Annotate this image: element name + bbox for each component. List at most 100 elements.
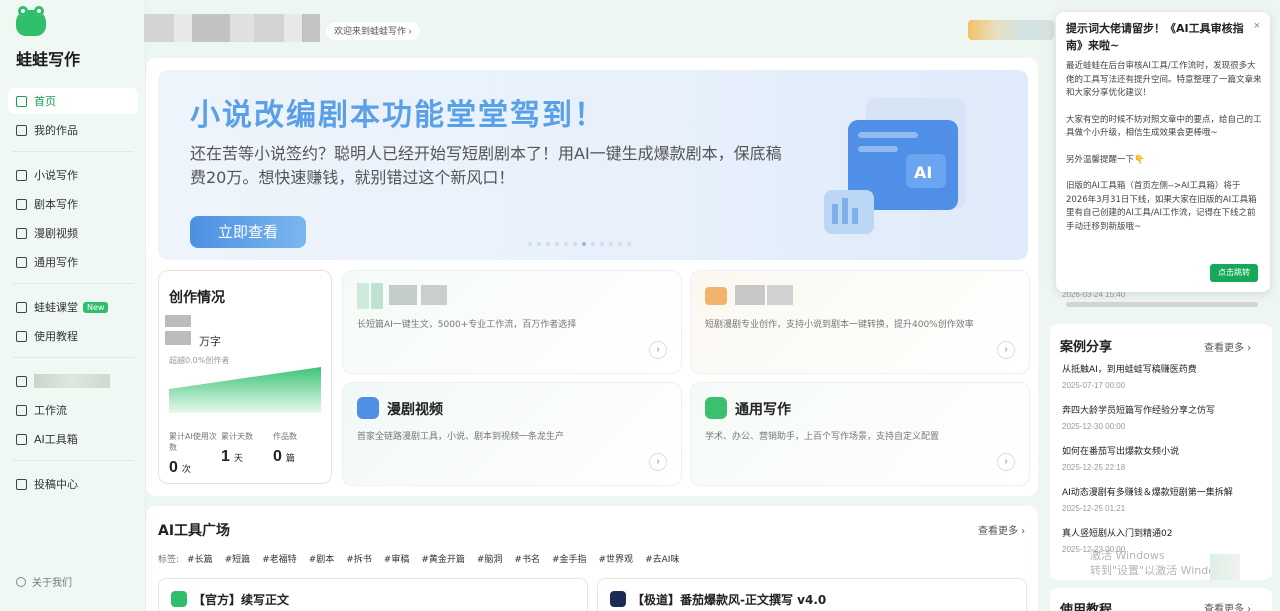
- case-title: 从抵触AI，到用蛙蛙写稿赚医药费: [1062, 365, 1197, 375]
- promo-banner[interactable]: 小说改编剧本功能堂堂驾到！ 还在苦等小说签约？聪明人已经开始写短剧剧本了！用AI…: [158, 70, 1028, 260]
- submit-icon: [16, 478, 27, 490]
- info-icon: [16, 330, 27, 342]
- case-date: 2025-07-17 00:00: [1062, 381, 1126, 390]
- view-more-link[interactable]: 查看更多 ›: [978, 522, 1025, 537]
- sidebar-item-novel[interactable]: 小说写作: [8, 162, 138, 188]
- list-item[interactable]: 从抵触AI，到用蛙蛙写稿赚医药费 2025-07-17 00:00: [1062, 362, 1262, 390]
- sidebar-item-classroom[interactable]: 蛙蛙课堂 New: [8, 294, 138, 320]
- tag[interactable]: #长篇: [187, 552, 213, 565]
- carousel-dot[interactable]: [618, 242, 622, 246]
- sidebar-item-ai-toolbox[interactable]: AI工具箱: [8, 426, 138, 452]
- tag[interactable]: #脑洞: [477, 552, 503, 565]
- tag[interactable]: #书名: [514, 552, 540, 565]
- feature-card-script[interactable]: 短剧漫剧专业创作，支持小说到剧本一键转换，提升400%创作效率 ›: [690, 270, 1030, 374]
- carousel-dot[interactable]: [528, 242, 532, 246]
- sidebar-item-label: 使用教程: [34, 330, 78, 343]
- sidebar-item-label: 小说写作: [34, 169, 78, 182]
- feature-card-general[interactable]: 通用写作 学术、办公、营销助手，上百个写作场景，支持自定义配置 ›: [690, 382, 1030, 486]
- sidebar-item-label: 投稿中心: [34, 478, 78, 491]
- tag[interactable]: #短篇: [225, 552, 251, 565]
- tutorial-card: 使用教程 查看更多 ›: [1050, 588, 1272, 611]
- sidebar-item-script[interactable]: 剧本写作: [8, 191, 138, 217]
- carousel-dot[interactable]: [546, 242, 550, 246]
- feature-desc: 首家全链路漫剧工具，小说、剧本到视频一条龙生产: [357, 432, 565, 442]
- tool-card[interactable]: 【官方】续写正文: [158, 578, 588, 611]
- tag[interactable]: #审稿: [384, 552, 410, 565]
- workflow-icon: [16, 404, 27, 416]
- chevron-right-icon[interactable]: ›: [649, 453, 667, 471]
- app-logo[interactable]: 蛙蛙写作: [16, 6, 80, 69]
- ai-document-illustration: AI: [824, 98, 966, 234]
- scrollbar[interactable]: [1066, 302, 1258, 307]
- sidebar-item-workflow[interactable]: 工作流: [8, 397, 138, 423]
- carousel-dot[interactable]: [627, 242, 631, 246]
- chevron-right-icon[interactable]: ›: [649, 341, 667, 359]
- banner-title: 小说改编剧本功能堂堂驾到！: [190, 98, 606, 133]
- carousel-dot[interactable]: [564, 242, 568, 246]
- sidebar-item-my-works[interactable]: 我的作品: [8, 117, 138, 143]
- close-icon[interactable]: ×: [1254, 20, 1260, 32]
- feature-card-video[interactable]: 漫剧视频 首家全链路漫剧工具，小说、剧本到视频一条龙生产 ›: [342, 382, 682, 486]
- about-label: 关于我们: [32, 578, 72, 589]
- sidebar-item-video[interactable]: 漫剧视频: [8, 220, 138, 246]
- tag[interactable]: #拆书: [346, 552, 372, 565]
- frog-icon: [171, 591, 187, 607]
- carousel-dot-active[interactable]: [582, 242, 586, 246]
- tag[interactable]: #金手指: [552, 552, 587, 565]
- tag[interactable]: #剧本: [309, 552, 335, 565]
- carousel-dot[interactable]: [600, 242, 604, 246]
- tag[interactable]: #去AI味: [645, 552, 679, 565]
- list-item[interactable]: 奔四大龄学员短篇写作经验分享之仿写 2025-12-30 00:00: [1062, 403, 1262, 431]
- sidebar-item-tutorial[interactable]: 使用教程: [8, 323, 138, 349]
- carousel-dot[interactable]: [591, 242, 595, 246]
- tool-card[interactable]: 【极道】番茄爆款风-正文撰写 v4.0: [597, 578, 1027, 611]
- toolbox-icon: [16, 433, 27, 445]
- image-icon: [16, 375, 27, 387]
- carousel-dot[interactable]: [555, 242, 559, 246]
- stats-title: 创作情况: [169, 290, 225, 306]
- redacted-feature-title: [705, 285, 793, 305]
- case-date: 2025-12-25 22:18: [1062, 463, 1126, 472]
- view-more-link[interactable]: 查看更多 ›: [1204, 600, 1251, 611]
- sidebar-item-label: 蛙蛙课堂: [34, 301, 78, 314]
- welcome-pill[interactable]: 欢迎来到蛙蛙写作 ›: [326, 22, 420, 40]
- chevron-right-icon[interactable]: ›: [997, 341, 1015, 359]
- stat-label: 累计AI使用次数: [169, 432, 217, 452]
- tag[interactable]: #黄金开篇: [421, 552, 465, 565]
- tool-name: 【极道】番茄爆款风-正文撰写 v4.0: [632, 593, 827, 607]
- view-now-button[interactable]: 立即查看: [190, 216, 306, 248]
- redacted-word-count: [165, 315, 191, 345]
- jump-button[interactable]: 点击跳转: [1210, 264, 1258, 282]
- home-icon: [16, 95, 27, 107]
- tutorial-title: 使用教程: [1060, 603, 1113, 611]
- chevron-right-icon[interactable]: ›: [997, 453, 1015, 471]
- main-panel: 小说改编剧本功能堂堂驾到！ 还在苦等小说签约？聪明人已经开始写短剧剧本了！用AI…: [146, 58, 1038, 496]
- case-title: 奔四大龄学员短篇写作经验分享之仿写: [1062, 406, 1216, 416]
- carousel-dots[interactable]: [528, 242, 631, 246]
- tag[interactable]: #世界观: [599, 552, 634, 565]
- popup-title: 提示词大佬请留步！《AI工具审核指南》来啦~: [1066, 22, 1244, 52]
- sidebar-item-general[interactable]: 通用写作: [8, 249, 138, 275]
- view-more-link[interactable]: 查看更多 ›: [1204, 339, 1251, 354]
- new-badge: New: [83, 301, 109, 313]
- popup-body: 最近蛙蛙在后台审核AI工具/工作流时，发现很多大佬的工具写法还有提升空间。特意整…: [1066, 60, 1262, 247]
- stat-days: 累计天数 1 天: [221, 431, 273, 477]
- case-list: 从抵触AI，到用蛙蛙写稿赚医药费 2025-07-17 00:00 奔四大龄学员短…: [1062, 362, 1262, 567]
- carousel-dot[interactable]: [573, 242, 577, 246]
- sidebar-item-submit[interactable]: 投稿中心: [8, 471, 138, 497]
- carousel-dot[interactable]: [609, 242, 613, 246]
- carousel-dot[interactable]: [537, 242, 541, 246]
- list-item[interactable]: 如何在番茄写出爆款女频小说 2025-12-25 22:18: [1062, 444, 1262, 472]
- feature-card-novel[interactable]: 长短篇AI一键生文，5000+专业工作流，百万作者选择 ›: [342, 270, 682, 374]
- sidebar-item-home[interactable]: 首页: [8, 88, 138, 114]
- tag[interactable]: #老福特: [262, 552, 297, 565]
- about-link[interactable]: 关于我们: [16, 574, 72, 589]
- sidebar-item-label: 通用写作: [34, 256, 78, 269]
- stat-ai-usage: 累计AI使用次数 0 次: [169, 431, 221, 477]
- list-item[interactable]: AI动态漫剧有多赚钱＆爆款短剧第一集拆解 2025-12-25 01:21: [1062, 485, 1262, 513]
- user-avatar[interactable]: [968, 20, 1054, 40]
- frog-logo-icon: [16, 6, 46, 36]
- sidebar-item-redacted[interactable]: [8, 368, 138, 394]
- stat-value: 0次: [169, 459, 191, 476]
- redacted-label: [34, 374, 110, 388]
